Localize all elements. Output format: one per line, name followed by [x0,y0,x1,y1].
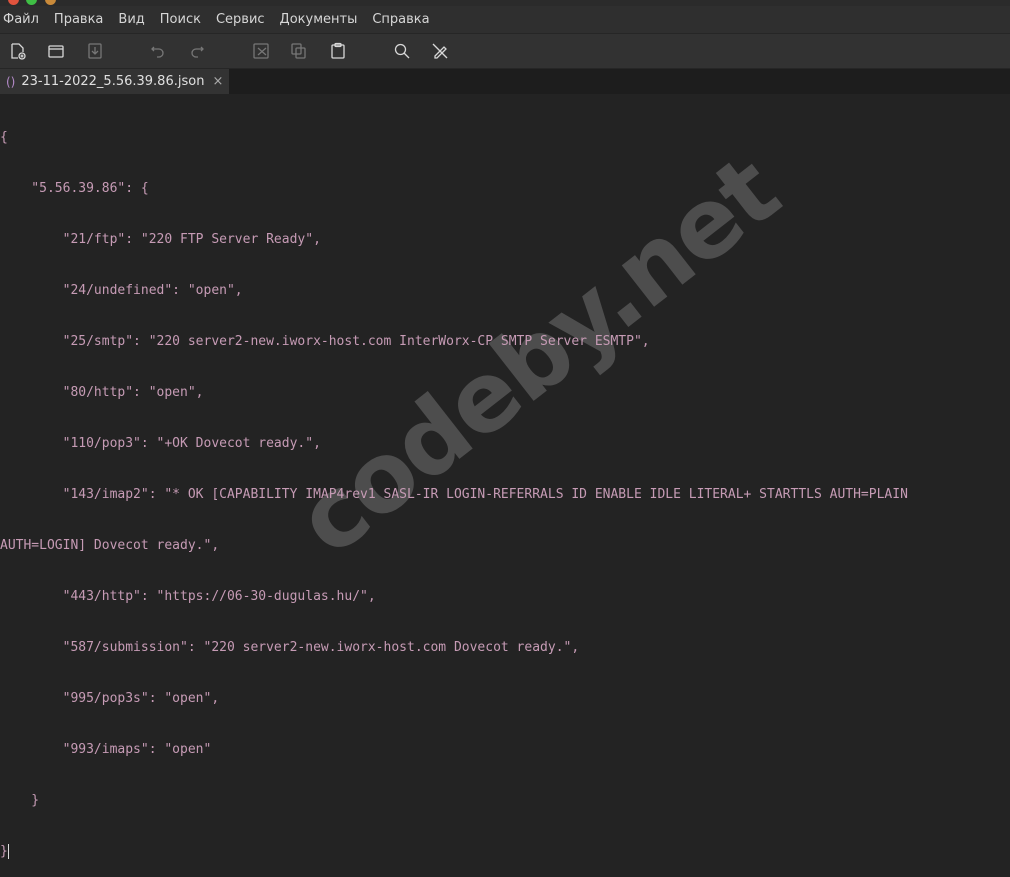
code-line: "25/smtp": "220 server2-new.iworx-host.c… [0,334,650,349]
maximize-window-button[interactable] [26,0,37,5]
code-line: "21/ftp": "220 FTP Server Ready", [0,232,321,247]
code-line: { [0,130,8,145]
tab-bar: () 23-11-2022_5.56.39.86.json × [0,68,1010,94]
redo-icon[interactable] [188,42,206,60]
code-line: "443/http": "https://06-30-dugulas.hu/", [0,589,376,604]
toolbar [0,33,1010,68]
title-bar [0,0,1010,6]
tab-json-file[interactable]: () 23-11-2022_5.56.39.86.json × [0,69,229,94]
menu-bar: Файл Правка Вид Поиск Сервис Документы С… [0,6,1010,33]
menu-file[interactable]: Файл [0,12,45,27]
menu-documents[interactable]: Документы [277,12,364,27]
close-tab-icon[interactable]: × [212,74,223,89]
paste-icon[interactable] [329,42,347,60]
tab-title: 23-11-2022_5.56.39.86.json [21,74,205,89]
close-window-button[interactable] [8,0,19,5]
save-icon[interactable] [86,42,104,60]
code-line: "143/imap2": "* OK [CAPABILITY IMAP4rev1… [0,487,908,502]
menu-tools[interactable]: Сервис [213,12,271,27]
code-line: } [0,844,9,859]
code-line: "993/imaps": "open" [0,742,212,757]
menu-view[interactable]: Вид [115,12,150,27]
text-editor[interactable]: { "5.56.39.86": { "21/ftp": "220 FTP Ser… [0,95,1010,859]
json-braces-icon: () [6,74,16,89]
menu-help[interactable]: Справка [369,12,435,27]
copy-icon[interactable] [290,42,308,60]
minimize-window-button[interactable] [45,0,56,5]
code-line: "5.56.39.86": { [0,181,149,196]
cut-icon[interactable] [252,42,270,60]
code-line: "80/http": "open", [0,385,204,400]
code-line: } [0,793,40,808]
code-line: AUTH=LOGIN] Dovecot ready.", [0,538,220,553]
text-cursor [7,844,9,859]
undo-icon[interactable] [149,42,167,60]
code-line: "110/pop3": "+OK Dovecot ready.", [0,436,321,451]
spellcheck-icon[interactable] [431,42,449,60]
new-document-icon[interactable] [9,42,27,60]
code-line: "24/undefined": "open", [0,283,243,298]
menu-edit[interactable]: Правка [51,12,109,27]
menu-search[interactable]: Поиск [157,12,207,27]
code-line: "995/pop3s": "open", [0,691,220,706]
search-icon[interactable] [393,42,411,60]
open-folder-icon[interactable] [47,42,65,60]
code-line: "587/submission": "220 server2-new.iworx… [0,640,580,655]
